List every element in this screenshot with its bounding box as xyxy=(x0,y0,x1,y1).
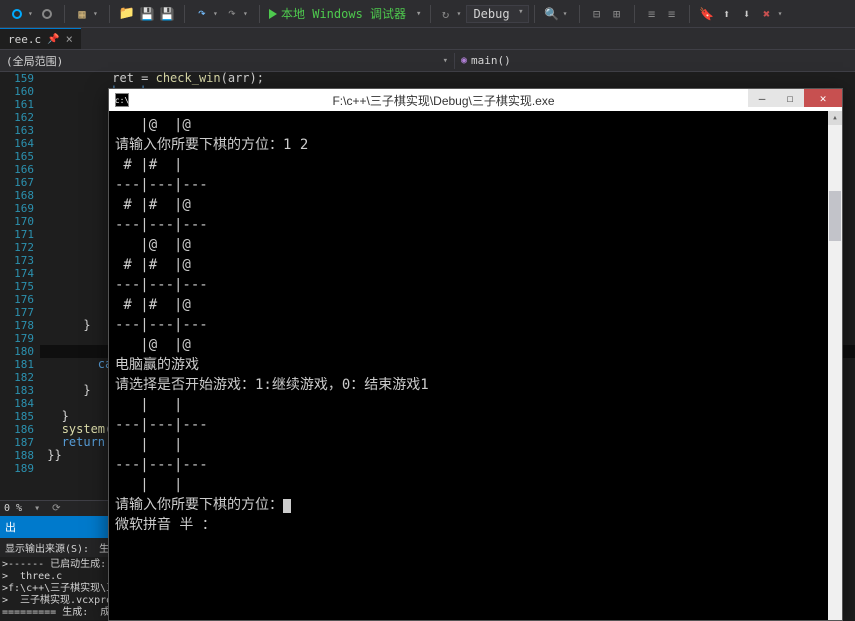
redo-dropdown[interactable]: ▾ xyxy=(243,9,251,18)
bookmark-next-button[interactable]: ⬇ xyxy=(738,5,756,23)
bookmark-prev-button[interactable]: ⬆ xyxy=(718,5,736,23)
undo-dropdown[interactable]: ▾ xyxy=(213,9,221,18)
pin-icon[interactable]: 📌 xyxy=(47,34,59,45)
console-window: c:\ F:\c++\三子棋实现\Debug\三子棋实现.exe — ☐ ✕ |… xyxy=(108,88,843,621)
console-scrollbar[interactable]: ▴ xyxy=(828,111,842,620)
open-button[interactable]: 📁 xyxy=(118,5,136,23)
function-combo[interactable]: ◉ main() xyxy=(455,54,517,67)
console-output[interactable]: |@ |@请输入你所要下棋的方位：1 2 # |# |---|---|--- #… xyxy=(109,111,828,620)
output-source-row: 显示输出来源(S): 生成 xyxy=(0,538,110,557)
file-tab[interactable]: ree.c 📌 × xyxy=(0,28,81,49)
new-item-button[interactable]: ▦ xyxy=(73,5,91,23)
new-item-dropdown[interactable]: ▾ xyxy=(93,9,101,18)
refresh-dropdown[interactable]: ▾ xyxy=(456,9,464,18)
close-button[interactable]: ✕ xyxy=(804,89,842,107)
indent-button[interactable]: ≡ xyxy=(643,5,661,23)
nav-forward-button[interactable] xyxy=(38,5,56,23)
scope-combo[interactable]: (全局范围) xyxy=(0,53,455,69)
tab-close-icon[interactable]: × xyxy=(66,32,73,46)
main-toolbar: ▾ ▦ ▾ 📁 💾 💾 ↶ ▾ ↷ ▾ 本地 Windows 调试器 ▾ ↻ ▾… xyxy=(0,0,855,28)
play-icon xyxy=(269,9,277,19)
console-icon: c:\ xyxy=(115,93,129,107)
function-icon: ◉ xyxy=(461,55,467,66)
output-panel: 0 % ▾ ⟳ 出 显示输出来源(S): 生成 >------ 已启动生成: >… xyxy=(0,500,110,621)
console-title-text: F:\c++\三子棋实现\Debug\三子棋实现.exe xyxy=(135,92,842,109)
scroll-up-button[interactable]: ▴ xyxy=(828,111,842,125)
save-button[interactable]: 💾 xyxy=(138,5,156,23)
comment-button[interactable]: ⊟ xyxy=(588,5,606,23)
breadcrumb-bar: (全局范围) ◉ main() xyxy=(0,50,855,72)
refresh-button[interactable]: ↻ xyxy=(436,5,454,23)
bookmark-clear-button[interactable]: ✖ xyxy=(758,5,776,23)
uncomment-button[interactable]: ⊞ xyxy=(608,5,626,23)
nav-back-button[interactable] xyxy=(8,5,26,23)
redo-button[interactable]: ↷ xyxy=(223,5,241,23)
output-title[interactable]: 出 xyxy=(0,516,110,538)
start-debug-button[interactable]: 本地 Windows 调试器 ▾ xyxy=(265,5,425,22)
nav-back-dropdown[interactable]: ▾ xyxy=(28,9,36,18)
minimize-button[interactable]: — xyxy=(748,89,776,107)
tab-bar: ree.c 📌 × xyxy=(0,28,855,50)
console-titlebar[interactable]: c:\ F:\c++\三子棋实现\Debug\三子棋实现.exe — ☐ ✕ xyxy=(109,89,842,111)
tab-label: ree.c xyxy=(8,33,41,46)
maximize-button[interactable]: ☐ xyxy=(776,89,804,107)
bookmark-button[interactable]: 🔖 xyxy=(698,5,716,23)
undo-button[interactable]: ↶ xyxy=(193,5,211,23)
save-all-button[interactable]: 💾 xyxy=(158,5,176,23)
find-button[interactable]: 🔍 xyxy=(543,5,561,23)
scroll-thumb[interactable] xyxy=(829,191,841,241)
status-bar: 0 % ▾ ⟳ xyxy=(0,501,110,516)
config-combo[interactable]: Debug xyxy=(466,5,528,23)
outdent-button[interactable]: ≡ xyxy=(663,5,681,23)
output-body[interactable]: >------ 已启动生成: > three.c >f:\c++\三子棋实现\三… xyxy=(0,557,110,621)
debug-target-label: 本地 Windows 调试器 xyxy=(281,5,406,22)
